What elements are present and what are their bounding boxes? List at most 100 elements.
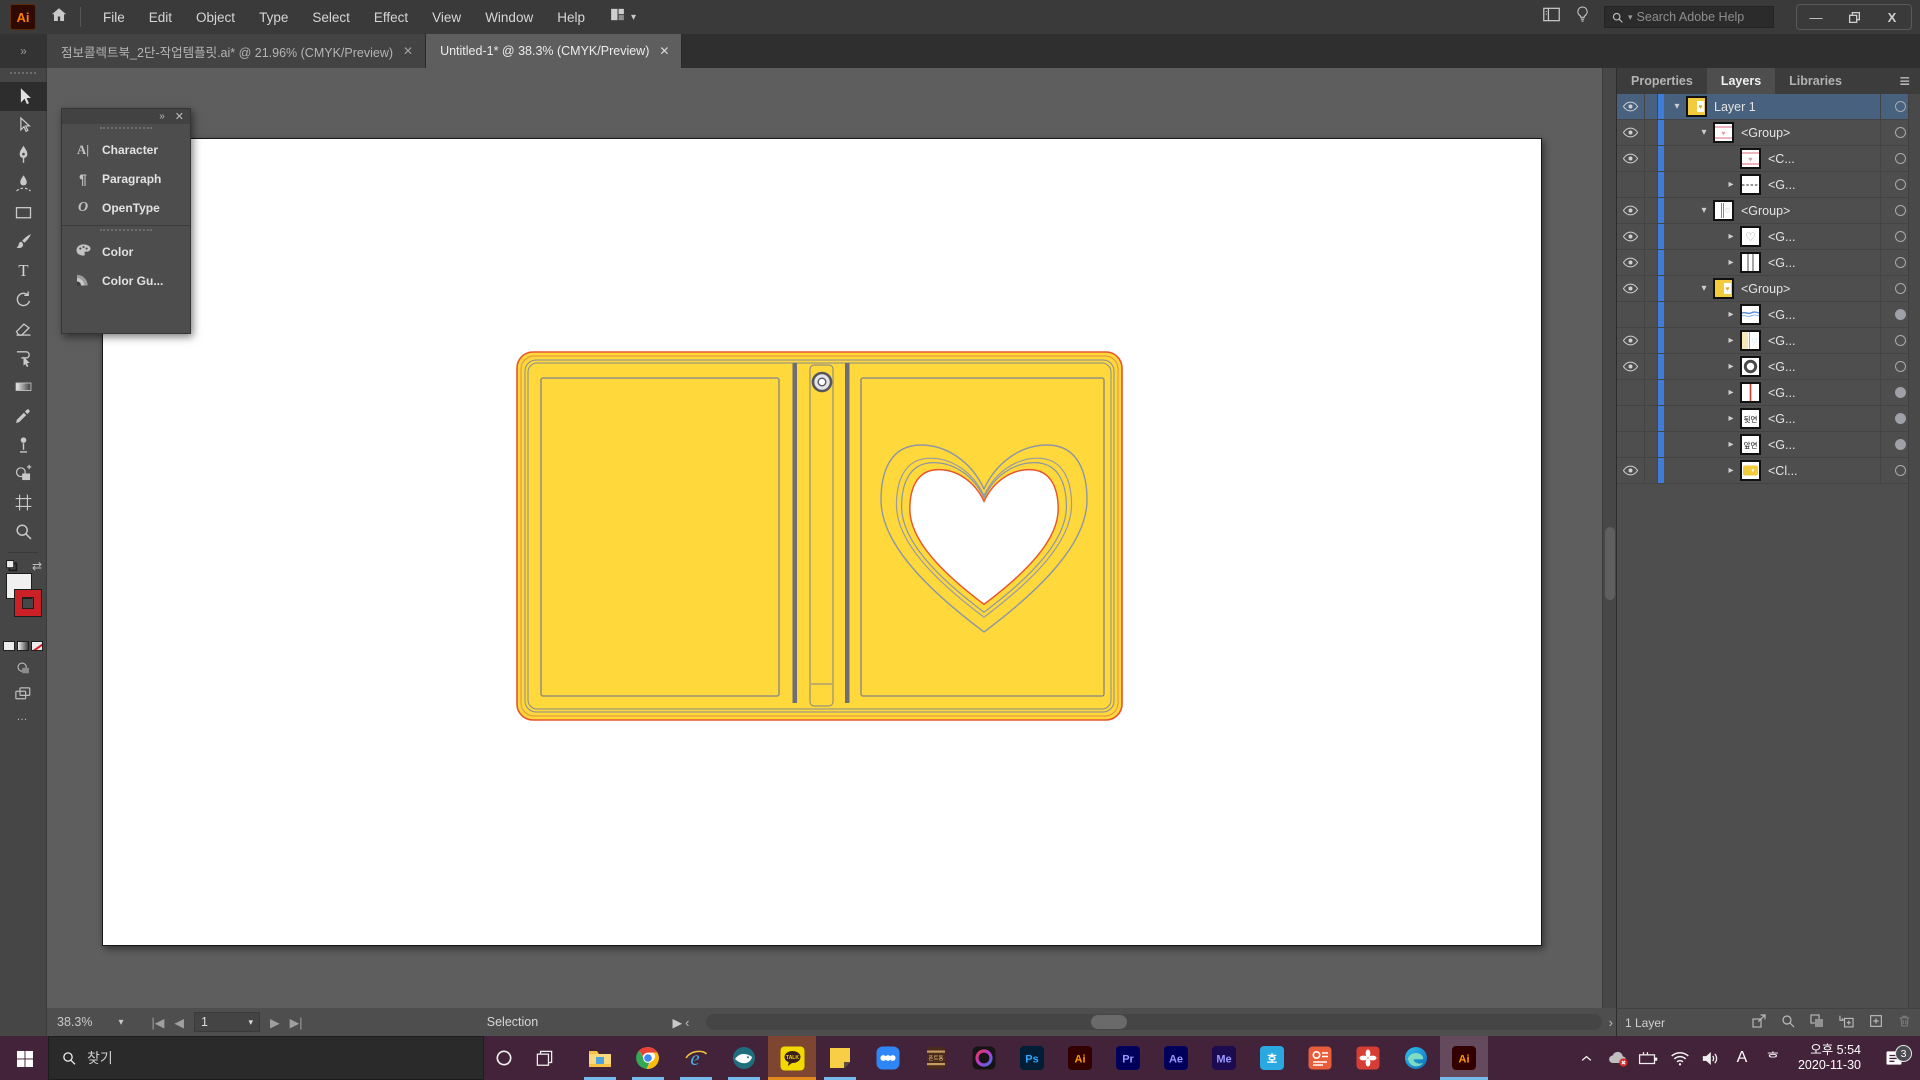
layer-row[interactable]: ▾ ♥ <Group> (1617, 276, 1920, 302)
taskbar-app-after-effects[interactable]: Ae (1152, 1036, 1200, 1080)
target-circle-icon[interactable] (1895, 465, 1906, 476)
lock-column[interactable] (1645, 458, 1658, 483)
taskbar-app-illustrator-window[interactable]: Ai (1440, 1036, 1488, 1080)
scroll-left-icon[interactable]: ‹ (682, 1015, 692, 1030)
panel-shortcut-opentype[interactable]: O OpenType (62, 193, 190, 222)
visibility-eye-icon[interactable] (1617, 380, 1645, 405)
target-circle-icon[interactable] (1895, 309, 1906, 320)
layer-row[interactable]: ▸ <G... (1617, 172, 1920, 198)
battery-icon[interactable] (1637, 1050, 1661, 1066)
panel-tab-properties[interactable]: Properties (1617, 68, 1707, 94)
chevron-down-icon[interactable]: ▾ (1695, 205, 1713, 216)
ime-english-icon[interactable]: A (1730, 1049, 1754, 1067)
color-button[interactable] (3, 641, 15, 651)
vertical-scrollbar[interactable] (1602, 68, 1616, 1008)
target-circle-icon[interactable] (1895, 231, 1906, 242)
toolbar-expand-rail[interactable]: » (0, 34, 47, 68)
volume-icon[interactable] (1699, 1050, 1723, 1067)
collect-for-export-icon[interactable] (1751, 1013, 1767, 1032)
visibility-eye-icon[interactable] (1617, 328, 1645, 353)
visibility-eye-icon[interactable] (1617, 120, 1645, 145)
canvas-pasteboard[interactable]: » ✕ A| Character ¶ Paragraph O OpenType Color C… (47, 68, 1602, 1008)
layer-name[interactable]: <Group> (1741, 204, 1790, 218)
artboard-number-field[interactable]: 1 ▾ (193, 1012, 260, 1032)
status-options-icon[interactable]: ▶ (672, 1015, 682, 1030)
menu-item-effect[interactable]: Effect (364, 3, 418, 32)
chevron-right-icon[interactable]: ▸ (1722, 309, 1740, 320)
layer-name[interactable]: <G... (1768, 308, 1795, 322)
task-view-button[interactable] (524, 1036, 564, 1080)
visibility-eye-icon[interactable] (1617, 172, 1645, 197)
visibility-eye-icon[interactable] (1617, 432, 1645, 457)
panel-scroll-gutter[interactable] (1908, 94, 1920, 1008)
layer-name[interactable]: <G... (1768, 178, 1795, 192)
minimize-button[interactable]: — (1797, 5, 1835, 29)
lock-column[interactable] (1645, 172, 1658, 197)
visibility-eye-icon[interactable] (1617, 406, 1645, 431)
target-circle-icon[interactable] (1895, 335, 1906, 346)
layer-thumbnail-red-line[interactable] (1740, 382, 1761, 403)
layer-row[interactable]: ▸ <G... (1617, 250, 1920, 276)
target-circle-icon[interactable] (1895, 257, 1906, 268)
layer-thumbnail-text-back[interactable]: 뒷면 (1740, 408, 1761, 429)
rectangle-tool[interactable] (0, 198, 47, 227)
close-tab-icon[interactable]: ✕ (403, 44, 413, 58)
lock-column[interactable] (1645, 302, 1658, 327)
layer-name[interactable]: <Cl... (1768, 464, 1798, 478)
prev-artboard-icon[interactable]: ◀ (174, 1015, 184, 1030)
selection-tool[interactable] (0, 82, 47, 111)
visibility-eye-icon[interactable] (1617, 146, 1645, 171)
layer-row[interactable]: ▸ ♡ <G... (1617, 224, 1920, 250)
taskbar-app-internet-explorer[interactable]: e (672, 1036, 720, 1080)
gradient-tool[interactable] (0, 372, 47, 401)
layer-row[interactable]: ▸ 뒷면 <G... (1617, 406, 1920, 432)
lock-column[interactable] (1645, 198, 1658, 223)
layer-row[interactable]: ♥ <C... (1617, 146, 1920, 172)
taskbar-app-sticky-note[interactable] (816, 1036, 864, 1080)
next-artboard-icon[interactable]: ▶ (270, 1015, 280, 1030)
zoom-tool[interactable] (0, 517, 47, 546)
layer-thumbnail-pink-card[interactable]: ♥ (1740, 148, 1761, 169)
target-circle-icon[interactable] (1895, 101, 1906, 112)
restore-button[interactable] (1835, 5, 1873, 29)
taskbar-app-fonttong[interactable]: 폰트통 (912, 1036, 960, 1080)
layer-row[interactable]: ▸ <G... (1617, 380, 1920, 406)
target-circle-icon[interactable] (1895, 127, 1906, 138)
artboard[interactable] (102, 138, 1542, 946)
chevron-right-icon[interactable]: ▸ (1722, 439, 1740, 450)
close-tab-icon[interactable]: ✕ (659, 44, 669, 58)
menu-item-file[interactable]: File (93, 3, 135, 32)
layer-name[interactable]: <G... (1768, 438, 1795, 452)
drawing-modes-button[interactable] (0, 661, 46, 676)
delete-layer-icon[interactable] (1897, 1013, 1912, 1032)
target-circle-icon[interactable] (1895, 205, 1906, 216)
new-sublayer-icon[interactable] (1838, 1013, 1855, 1032)
target-circle-icon[interactable] (1895, 153, 1906, 164)
layer-name[interactable]: <Group> (1741, 126, 1790, 140)
taskbar-clock[interactable]: 오후 5:54 2020-11-30 (1798, 1043, 1861, 1073)
dock-panel-icon[interactable] (1542, 6, 1561, 28)
layer-name[interactable]: <C... (1768, 152, 1795, 166)
target-circle-icon[interactable] (1895, 283, 1906, 294)
vertical-scrollbar-thumb[interactable] (1605, 527, 1615, 600)
menu-item-edit[interactable]: Edit (139, 3, 182, 32)
pen-tool[interactable] (0, 140, 47, 169)
chevron-right-icon[interactable]: ▸ (1722, 465, 1740, 476)
screen-mode-button[interactable] (0, 686, 46, 701)
layer-name[interactable]: <Group> (1741, 282, 1790, 296)
layer-thumbnail-yellow-book[interactable]: ♥ (1713, 278, 1734, 299)
target-circle-icon[interactable] (1895, 413, 1906, 424)
stroke-color-swatch[interactable] (15, 590, 41, 616)
target-circle-icon[interactable] (1895, 179, 1906, 190)
chevron-right-icon[interactable]: ▸ (1722, 179, 1740, 190)
menu-item-select[interactable]: Select (302, 3, 360, 32)
horizontal-scrollbar[interactable] (706, 1014, 1602, 1030)
close-window-button[interactable]: X (1873, 5, 1911, 29)
taskbar-app-hancom-show[interactable] (1296, 1036, 1344, 1080)
taskbar-app-messenger[interactable] (864, 1036, 912, 1080)
layer-name[interactable]: <G... (1768, 360, 1795, 374)
tray-chevron-up-icon[interactable] (1575, 1051, 1599, 1066)
chevron-right-icon[interactable]: ▸ (1722, 335, 1740, 346)
visibility-eye-icon[interactable] (1617, 354, 1645, 379)
taskbar-app-hancom-pdf[interactable] (1344, 1036, 1392, 1080)
